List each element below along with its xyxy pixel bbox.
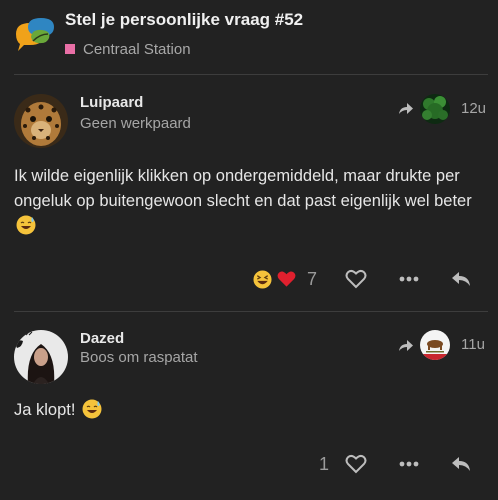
post-text: Ik wilde eigenlijk klikken op ondergemid… — [14, 167, 472, 210]
username[interactable]: Luipaard — [80, 94, 143, 111]
grinning-squint-emoji-icon — [252, 269, 272, 289]
tree-avatar-icon — [420, 94, 450, 124]
topic-title[interactable]: Stel je persoonlijke vraag #52 — [65, 10, 303, 30]
avatar[interactable] — [14, 330, 68, 384]
more-actions-button[interactable] — [396, 266, 422, 292]
category-badge[interactable]: Centraal Station — [65, 40, 191, 58]
like-button[interactable] — [343, 451, 369, 477]
ellipsis-icon — [399, 276, 419, 282]
reply-button[interactable] — [448, 266, 474, 292]
reply-button[interactable] — [448, 451, 474, 477]
user-title: Geen werkpaard — [80, 115, 191, 132]
avatar[interactable] — [14, 94, 68, 148]
user-title: Boos om raspatat — [80, 349, 198, 366]
topic-header: Stel je persoonlijke vraag #52 Centraal … — [0, 0, 498, 72]
sweat-smile-emoji-icon — [16, 215, 36, 235]
heart-outline-icon — [345, 454, 367, 474]
leopard-avatar-icon — [14, 94, 68, 148]
category-color-swatch — [65, 44, 75, 54]
post-time[interactable]: 12u — [461, 100, 486, 117]
post-body: Ja klopt! — [14, 398, 488, 423]
post-actions: 1 — [0, 451, 498, 477]
sweat-smile-emoji-icon — [82, 399, 102, 419]
reaction-red-heart[interactable] — [275, 266, 297, 292]
red-heart-emoji-icon — [277, 271, 295, 287]
reply-arrow-icon — [452, 457, 470, 471]
forum-logo-icon[interactable] — [12, 14, 58, 54]
divider — [14, 311, 488, 312]
like-count[interactable]: 1 — [315, 451, 333, 477]
reaction-grinning-squint[interactable] — [252, 266, 272, 292]
username[interactable]: Dazed — [80, 330, 124, 347]
reply-arrow-icon — [452, 272, 470, 286]
post-text: Ja klopt! — [14, 401, 76, 419]
like-count[interactable]: 7 — [303, 266, 321, 292]
california-flag-avatar-icon — [420, 330, 450, 360]
post-body: Ik wilde eigenlijk klikken op ondergemid… — [14, 164, 488, 239]
reply-to-avatar[interactable] — [420, 330, 450, 360]
reply-to-arrow-icon[interactable] — [398, 102, 414, 116]
divider — [14, 74, 488, 75]
reply-to-arrow-icon[interactable] — [398, 339, 414, 353]
category-name: Centraal Station — [83, 40, 191, 58]
person-avatar-icon — [14, 330, 68, 384]
post-actions: 7 — [0, 266, 498, 292]
post-time[interactable]: 11u — [461, 336, 485, 353]
heart-outline-icon — [345, 269, 367, 289]
ellipsis-icon — [399, 461, 419, 467]
reply-to-avatar[interactable] — [420, 94, 450, 124]
like-button[interactable] — [343, 266, 369, 292]
more-actions-button[interactable] — [396, 451, 422, 477]
